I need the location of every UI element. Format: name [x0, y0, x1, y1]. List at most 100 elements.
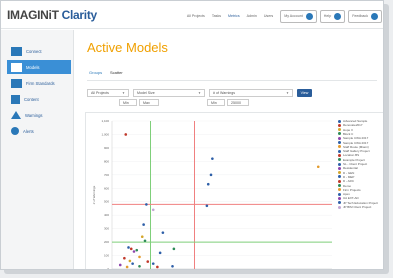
legend-swatch — [338, 119, 341, 123]
y-tick-label: 600 — [104, 186, 109, 190]
document-icon — [11, 94, 20, 104]
brand-product: Clarity — [61, 8, 98, 22]
y-tick-label: 700 — [104, 173, 109, 177]
top-bar: IMAGINiT Clarity All Projects Tasks Metr… — [1, 1, 383, 29]
nav-admin[interactable]: Admin — [247, 14, 257, 18]
alert-icon — [11, 127, 19, 135]
nav-metrics[interactable]: Metrics — [228, 14, 240, 18]
data-point — [142, 223, 145, 226]
data-point — [143, 239, 147, 243]
sidebar-item-models[interactable]: Models — [7, 60, 71, 74]
help-label: Help — [323, 14, 332, 18]
y-tick-label: 0 — [107, 267, 109, 270]
scatter-chart: 0 100 200 300 400 500 600 700 800 900 1,000 1,100 # … — [85, 112, 383, 270]
tab-scatter[interactable]: Scatter — [110, 70, 123, 75]
help-icon — [334, 12, 342, 20]
y-tick-label: 900 — [104, 146, 109, 150]
brand-name: IMAGINiT — [7, 8, 59, 22]
project-select-value: All Projects — [91, 91, 109, 95]
app-window: IMAGINiT Clarity All Projects Tasks Metr… — [0, 0, 384, 270]
data-point — [316, 165, 320, 169]
y-metric-value: # of Warnings — [213, 91, 236, 95]
x-max-input[interactable]: Max — [139, 99, 159, 106]
legend-swatch — [338, 188, 341, 192]
legend-swatch — [338, 201, 341, 205]
chevron-down-icon: ▼ — [198, 91, 201, 95]
account-icon — [305, 12, 313, 20]
legend-swatch — [338, 175, 341, 179]
tab-divider — [87, 80, 377, 81]
y-tick-label: 200 — [104, 240, 109, 244]
data-point — [151, 208, 155, 212]
legend-swatch — [338, 192, 341, 196]
sidebar-item-warnings[interactable]: Warnings — [7, 108, 71, 122]
data-point — [125, 265, 129, 269]
legend-swatch — [338, 184, 341, 187]
data-point — [211, 157, 214, 160]
data-point — [118, 263, 122, 267]
main-content: Active Models Groups Scatter All Project… — [75, 30, 383, 270]
y-metric-select[interactable]: # of Warnings ▼ — [209, 89, 293, 97]
x-min-input[interactable]: Min — [119, 99, 137, 106]
legend-swatch — [338, 166, 341, 170]
data-point — [135, 248, 139, 252]
feedback-button[interactable]: Feedback — [348, 9, 382, 23]
data-point — [172, 247, 176, 251]
sidebar-item-label: Models — [26, 64, 40, 70]
y-tick-label: 1,000 — [101, 132, 109, 136]
sidebar-item-label: Alerts — [23, 128, 34, 134]
sidebar-item-firm-standards[interactable]: Firm Standards — [7, 76, 71, 90]
legend-swatch — [338, 128, 341, 132]
legend-item[interactable]: JP BIM Client Project — [338, 205, 383, 209]
data-point — [131, 262, 134, 265]
legend-swatch — [338, 153, 341, 157]
data-point — [140, 235, 144, 239]
data-point — [128, 259, 132, 263]
sidebar-item-alerts[interactable]: Alerts — [7, 124, 71, 138]
legend-swatch — [338, 162, 341, 166]
top-nav: All Projects Tasks Metrics Admin Users M… — [187, 9, 383, 23]
cube-icon — [11, 62, 22, 72]
scatter-plot-area: 0 100 200 300 400 500 600 700 800 900 1,000 1,100 # … — [92, 119, 332, 270]
legend-swatch — [338, 149, 341, 153]
y-tick-label: 1,100 — [101, 119, 109, 123]
y-min-input[interactable]: Min — [207, 99, 225, 106]
brand-logo[interactable]: IMAGINiT Clarity — [7, 8, 97, 22]
data-point — [205, 204, 209, 208]
legend-swatch — [338, 141, 341, 144]
data-point — [171, 265, 174, 268]
x-metric-select[interactable]: Model Size ▼ — [133, 89, 205, 97]
legend-swatch — [338, 196, 341, 200]
help-button[interactable]: Help — [319, 9, 346, 23]
feedback-label: Feedback — [352, 14, 368, 18]
data-point — [124, 133, 128, 136]
legend-swatch — [338, 136, 341, 140]
y-tick-label: 100 — [104, 254, 109, 258]
legend-swatch — [338, 158, 341, 162]
sidebar-item-content[interactable]: Content — [7, 92, 71, 106]
nav-all-projects[interactable]: All Projects — [187, 14, 205, 18]
data-point — [129, 247, 133, 251]
legend-swatch — [338, 132, 341, 136]
data-point — [132, 250, 136, 253]
y-max-input[interactable]: 25000 — [227, 99, 249, 106]
tab-groups[interactable]: Groups — [89, 70, 102, 75]
legend-swatch — [338, 171, 341, 175]
data-point — [209, 173, 213, 177]
sidebar-item-label: Connect — [26, 48, 42, 54]
my-account-button[interactable]: My Account — [280, 9, 317, 23]
sidebar-item-label: Firm Standards — [26, 80, 55, 86]
view-button[interactable]: View — [297, 89, 312, 97]
nav-users[interactable]: Users — [264, 14, 273, 18]
data-point — [151, 262, 155, 265]
sidebar-item-label: Content — [24, 96, 39, 102]
data-point — [123, 256, 126, 260]
warning-icon — [11, 111, 21, 119]
page-title: Active Models — [87, 40, 168, 55]
project-select[interactable]: All Projects ▼ — [87, 89, 129, 97]
data-point — [138, 265, 141, 268]
nav-tasks[interactable]: Tasks — [212, 14, 221, 18]
chevron-down-icon: ▼ — [286, 91, 289, 95]
sidebar-item-connect[interactable]: Connect — [7, 44, 71, 58]
legend-swatch — [338, 145, 341, 149]
